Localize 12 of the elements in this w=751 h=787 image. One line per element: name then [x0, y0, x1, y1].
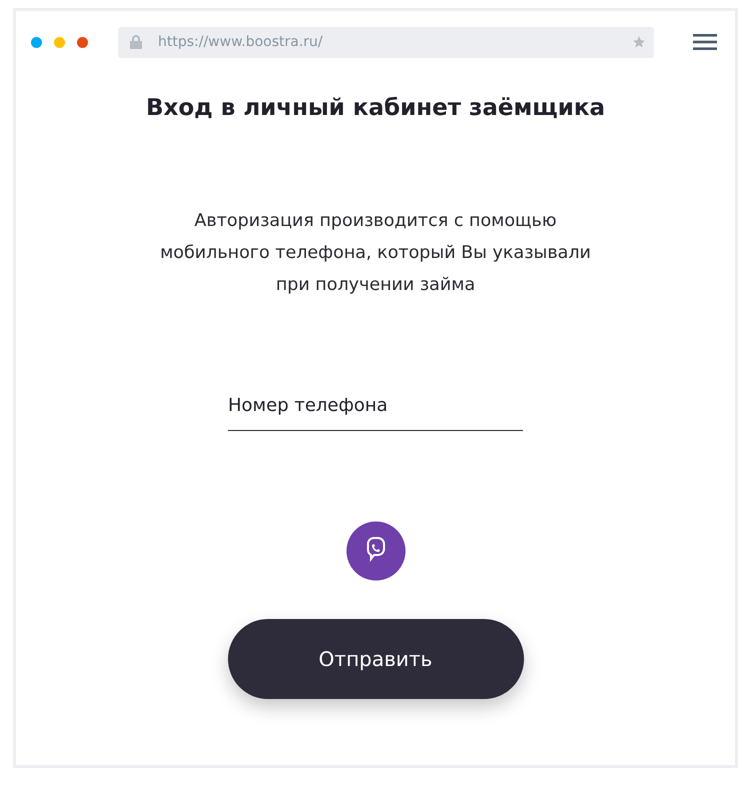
menu-icon[interactable] — [693, 33, 717, 51]
window-dot[interactable] — [77, 36, 88, 48]
lock-icon — [130, 35, 142, 49]
star-icon[interactable] — [632, 35, 646, 49]
url-text: https://www.boostra.ru/ — [158, 34, 324, 50]
submit-button[interactable]: Отправить — [228, 619, 524, 699]
viber-icon[interactable] — [346, 521, 406, 581]
page-title: Вход в личный кабинет заёмщика — [146, 95, 605, 121]
description-text: Авторизация производится с помощью мобильного телефона, который Вы указывали при получении займа — [159, 210, 592, 297]
window-dot[interactable] — [31, 36, 42, 48]
phone-field[interactable]: Номер телефона — [228, 385, 523, 431]
window-dot[interactable] — [54, 36, 65, 48]
